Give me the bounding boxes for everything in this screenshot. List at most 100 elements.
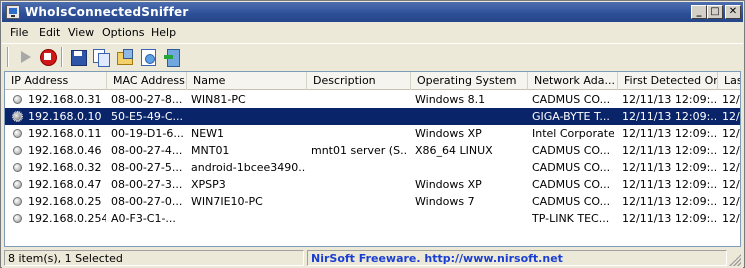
toolbar [2,43,743,69]
devices-list[interactable]: IP Address MAC Address Name Description … [4,71,741,247]
last-detected-cell: 12/1 [722,212,740,225]
network-adapter-cell: CADMUS CO... [532,93,611,106]
menu-view[interactable]: View [68,26,94,39]
name-cell: android-1bcee3490... [191,161,305,174]
column-header-ip-address[interactable]: IP Address [5,72,107,90]
ip-address-cell: 192.168.0.25 [28,195,102,208]
html-report-icon[interactable] [138,47,158,67]
network-adapter-cell: CADMUS CO... [532,144,611,157]
ip-address-cell: 192.168.0.11 [28,127,102,140]
stop-icon[interactable] [38,47,58,67]
mac-address-cell: 08-00-27-3... [111,178,183,191]
mac-address-cell: 50-E5-49-C... [111,110,184,123]
last-detected-cell: 12/1 [722,178,740,191]
network-adapter-cell: CADMUS CO... [532,195,611,208]
mac-address-cell: 08-00-27-8... [111,93,183,106]
window-title: WhoIsConnectedSniffer [25,5,189,19]
list-header: IP Address MAC Address Name Description … [5,72,740,90]
network-adapter-cell: Intel Corporate [532,127,614,140]
play-icon[interactable] [16,47,36,67]
close-button[interactable]: ✕ [725,5,741,19]
resize-grip[interactable] [729,254,741,266]
last-detected-cell: 12/1 [722,110,740,123]
first-detected-cell: 12/11/13 12:09:... [622,144,716,157]
table-row[interactable]: 192.168.0.25 08-00-27-0... WIN7IE10-PC Wind… [5,193,740,210]
table-row[interactable]: 192.168.0.32 08-00-27-5... android-1bcee34… [5,159,740,176]
table-row[interactable]: 192.168.0.46 08-00-27-4... MNT01 mnt01 serv… [5,142,740,159]
network-adapter-cell: GIGA-BYTE T... [532,110,610,123]
first-detected-cell: 12/11/13 12:09:... [622,212,716,225]
network-adapter-cell: TP-LINK TEC... [532,212,610,225]
menu-edit[interactable]: Edit [39,26,60,39]
save-icon[interactable] [68,47,88,67]
last-detected-cell: 12/1 [722,127,740,140]
network-adapter-cell: CADMUS CO... [532,178,611,191]
column-header-name[interactable]: Name [187,72,307,90]
last-detected-cell: 12/1 [722,161,740,174]
operating-system-cell: Windows 7 [415,195,475,208]
properties-icon[interactable] [114,47,134,67]
first-detected-cell: 12/11/13 12:09:... [622,195,716,208]
device-icon [13,180,22,189]
menu-help[interactable]: Help [151,26,176,39]
column-header-last[interactable]: Last [718,72,740,90]
device-icon [13,146,22,155]
device-icon [13,214,22,223]
column-header-mac-address[interactable]: MAC Address [107,72,187,90]
device-icon [13,95,22,104]
first-detected-cell: 12/11/13 12:09:... [622,93,716,106]
minimize-button[interactable]: _ [691,5,707,19]
description-cell: mnt01 server (S... [311,144,407,157]
last-detected-cell: 12/1 [722,195,740,208]
device-icon [13,129,22,138]
operating-system-cell: Windows 8.1 [415,93,486,106]
operating-system-cell: X86_64 LINUX [415,144,493,157]
status-credit-link[interactable]: NirSoft Freeware. http://www.nirsoft.net [307,250,727,266]
device-icon [13,197,22,206]
name-cell: WIN7IE10-PC [191,195,263,208]
device-icon [12,111,23,122]
first-detected-cell: 12/11/13 12:09:... [622,161,716,174]
table-row[interactable]: 192.168.0.31 08-00-27-8... WIN81-PC Windows… [5,91,740,108]
name-cell: WIN81-PC [191,93,246,106]
table-row[interactable]: 192.168.0.254 A0-F3-C1-... TP-LINK TEC... 1… [5,210,740,227]
toolbar-separator [7,47,9,67]
table-row[interactable]: 192.168.0.11 00-19-D1-6... NEW1 Windows XP I… [5,125,740,142]
ip-address-cell: 192.168.0.31 [28,93,102,106]
first-detected-cell: 12/11/13 12:09:... [622,127,716,140]
name-cell: NEW1 [191,127,225,140]
table-row[interactable]: 192.168.0.10 50-E5-49-C... GIGA-BYTE T... 1… [5,108,740,125]
name-cell: MNT01 [191,144,230,157]
operating-system-cell: Windows XP [415,178,482,191]
menu-file[interactable]: File [10,26,28,39]
menu-bar: File Edit View Options Help [2,23,743,43]
column-header-first-detected-on[interactable]: First Detected On [618,72,718,90]
menu-options[interactable]: Options [102,26,144,39]
column-header-operating-system[interactable]: Operating System [411,72,528,90]
ip-address-cell: 192.168.0.47 [28,178,102,191]
operating-system-cell: Windows XP [415,127,482,140]
last-detected-cell: 12/1 [722,93,740,106]
title-bar[interactable]: WhoIsConnectedSniffer _ □ ✕ [2,2,743,22]
mac-address-cell: 00-19-D1-6... [111,127,184,140]
exit-icon[interactable] [162,47,182,67]
first-detected-cell: 12/11/13 12:09:... [622,178,716,191]
ip-address-cell: 192.168.0.46 [28,144,102,157]
app-icon[interactable] [6,5,20,19]
last-detected-cell: 12/1 [722,144,740,157]
first-detected-cell: 12/11/13 12:09:... [622,110,716,123]
column-header-description[interactable]: Description [307,72,411,90]
column-header-network-adapter[interactable]: Network Ada... [528,72,618,90]
mac-address-cell: 08-00-27-5... [111,161,183,174]
toolbar-separator [61,47,63,67]
table-row[interactable]: 192.168.0.47 08-00-27-3... XPSP3 Windows XP… [5,176,740,193]
name-cell: XPSP3 [191,178,226,191]
list-rows: 192.168.0.31 08-00-27-8... WIN81-PC Windows… [5,91,740,227]
network-adapter-cell: CADMUS CO... [532,161,611,174]
copy-icon[interactable] [90,47,110,67]
maximize-button[interactable]: □ [707,5,723,19]
mac-address-cell: A0-F3-C1-... [111,212,176,225]
ip-address-cell: 192.168.0.254 [28,212,106,225]
mac-address-cell: 08-00-27-4... [111,144,183,157]
status-bar: 8 item(s), 1 Selected NirSoft Freeware. … [2,248,743,268]
